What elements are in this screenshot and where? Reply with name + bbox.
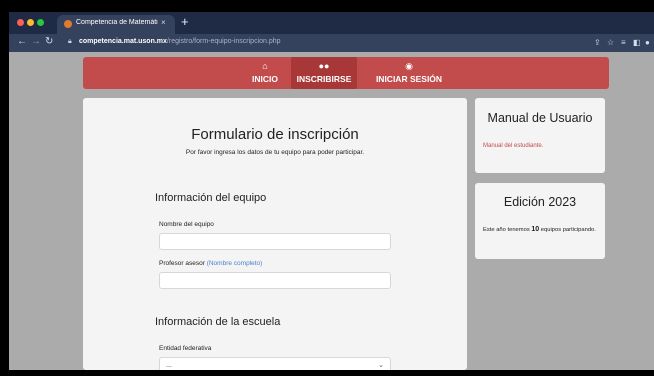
state-select[interactable]: ... ⌄ xyxy=(159,357,391,370)
registration-form-panel: Formulario de inscripción Por favor ingr… xyxy=(83,98,467,370)
form-title: Formulario de inscripción xyxy=(191,126,359,143)
back-icon[interactable]: ← xyxy=(17,36,27,48)
url-host: competencia.mat.uson.mx xyxy=(79,38,167,45)
profile-icon[interactable]: ● xyxy=(645,38,650,47)
nav-item-inscribirse[interactable]: ●● INSCRIBIRSE xyxy=(291,57,357,89)
nav-item-label: INSCRIBIRSE xyxy=(296,74,352,84)
share-icon[interactable]: ⇪ xyxy=(594,38,601,47)
close-window-button[interactable] xyxy=(17,19,24,26)
team-name-label: Nombre del equipo xyxy=(159,221,214,228)
address-bar[interactable]: 🔒︎ competencia.mat.uson.mx/registro/form… xyxy=(61,36,651,50)
users-icon: ●● xyxy=(318,61,330,71)
new-tab-button[interactable]: + xyxy=(181,15,189,28)
school-section-heading: Información de la escuela xyxy=(155,316,281,328)
sidebar-toggle-icon[interactable]: ◧ xyxy=(633,38,641,47)
state-label: Entidad federativa xyxy=(159,345,212,352)
link-suffix: . xyxy=(541,143,544,149)
browser-window: Competencia de Matemáticas × + ← → ↻ 🔒︎ … xyxy=(9,12,654,370)
reload-icon[interactable]: ↻ xyxy=(45,36,53,48)
nav-item-iniciar-sesion[interactable]: ◉ INICIAR SESIÓN xyxy=(363,57,455,89)
chevron-down-icon: ⌄ xyxy=(378,362,384,369)
user-circle-icon: ◉ xyxy=(405,61,413,71)
home-icon: ⌂ xyxy=(262,61,268,71)
manual-card: Manual de Usuario Manual del estudiante. xyxy=(475,98,605,173)
nav-item-inicio[interactable]: ⌂ INICIO xyxy=(243,57,287,89)
advisor-input[interactable] xyxy=(159,272,391,289)
star-icon[interactable]: ☆ xyxy=(607,38,614,47)
tab-title: Competencia de Matemáticas xyxy=(76,19,158,26)
team-section-heading: Información del equipo xyxy=(155,192,267,204)
browser-toolbar: ← → ↻ 🔒︎ competencia.mat.uson.mx/registr… xyxy=(9,34,654,52)
advisor-hint: (Nombre completo) xyxy=(206,260,263,267)
edition-text-after: equipos participando. xyxy=(540,227,596,233)
nav-item-label: INICIO xyxy=(252,74,278,84)
manual-card-title: Manual de Usuario xyxy=(487,111,593,125)
advisor-label: Profesor asesor (Nombre completo) xyxy=(159,260,262,267)
nav-item-label: INICIAR SESIÓN xyxy=(375,74,443,84)
url-path: /registro/form-equipo-inscripcion.php xyxy=(166,38,281,45)
browser-tab[interactable]: Competencia de Matemáticas × xyxy=(57,15,175,34)
state-select-value: ... xyxy=(166,362,172,369)
edition-card: Edición 2023 Este año tenemos 10 equipos… xyxy=(475,183,605,259)
minimize-window-button[interactable] xyxy=(27,19,34,26)
site-navbar: ⌂ INICIO ●● INSCRIBIRSE ◉ INICIAR SESIÓN xyxy=(83,57,609,89)
url-text: competencia.mat.uson.mx/registro/form-eq… xyxy=(79,38,281,45)
edition-text-before: Este año tenemos xyxy=(483,227,530,233)
form-subtitle: Por favor ingresa los datos de tu equipo… xyxy=(185,149,365,156)
playlist-icon[interactable]: ≡ xyxy=(621,38,626,47)
tab-strip: Competencia de Matemáticas × + xyxy=(9,12,654,34)
student-manual-link[interactable]: Manual del estudiante xyxy=(483,143,542,149)
tab-close-icon[interactable]: × xyxy=(161,18,166,27)
advisor-label-text: Profesor asesor xyxy=(159,260,205,267)
team-count: 10 xyxy=(531,226,540,233)
edition-card-title: Edición 2023 xyxy=(503,195,577,209)
lock-icon: 🔒︎ xyxy=(68,38,72,45)
maximize-window-button[interactable] xyxy=(37,19,44,26)
manual-card-text: Manual del estudiante. xyxy=(483,143,543,149)
edition-card-text: Este año tenemos 10 equipos participando… xyxy=(483,226,597,234)
favicon-icon xyxy=(64,20,72,28)
team-name-input[interactable] xyxy=(159,233,391,250)
forward-icon[interactable]: → xyxy=(31,36,41,48)
